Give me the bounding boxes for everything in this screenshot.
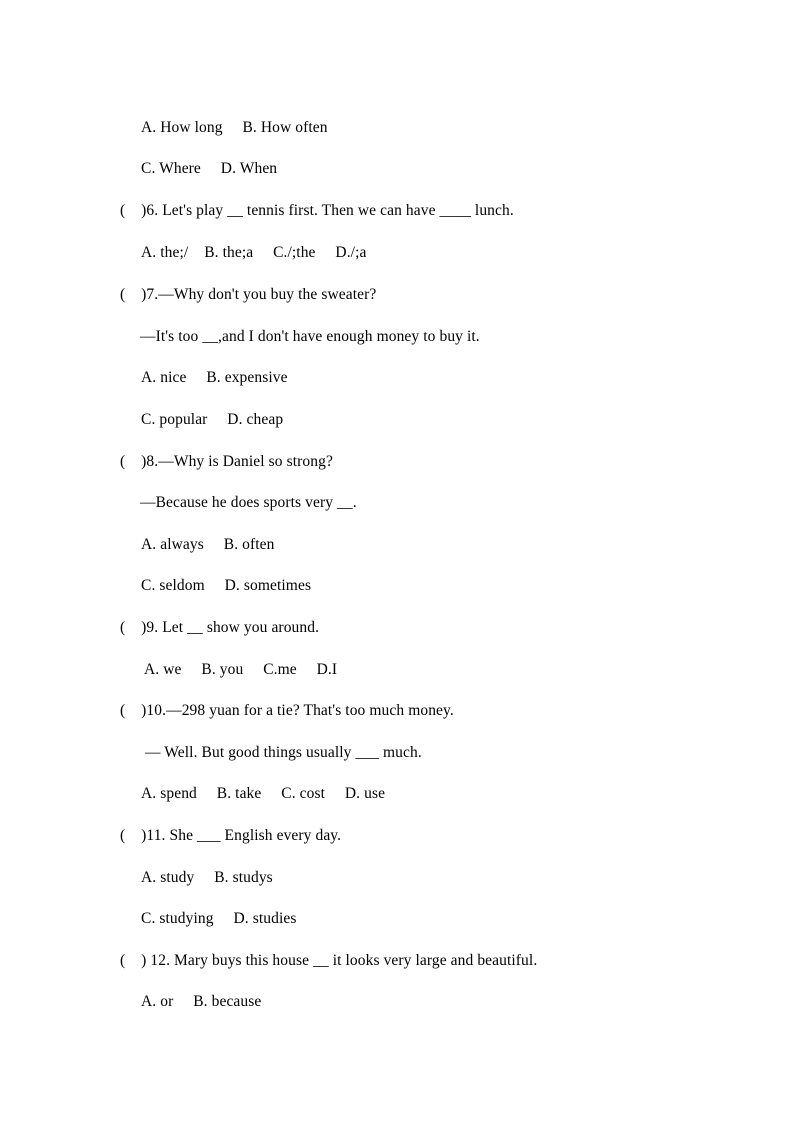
text-line-q10-stem: ( )10.—298 yuan for a tie? That's too mu… [120, 702, 454, 719]
text-line-q10-reply: — Well. But good things usually ___ much… [145, 744, 422, 761]
text-line-q8-opts-cd: C. seldom D. sometimes [141, 577, 312, 594]
text-line-q7-opts-ab: A. nice B. expensive [141, 369, 288, 386]
text-line-q7-reply: —It's too __,and I don't have enough mon… [140, 328, 480, 345]
text-line-q8-opts-ab: A. always B. often [141, 536, 275, 553]
text-line-q6-stem: ( )6. Let's play __ tennis first. Then w… [120, 202, 514, 219]
text-line-q5-opts-ab: A. How long B. How often [141, 119, 328, 136]
text-line-q8-stem: ( )8.—Why is Daniel so strong? [120, 453, 333, 470]
text-line-q11-opts-cd: C. studying D. studies [141, 910, 297, 927]
text-line-q9-stem: ( )9. Let __ show you around. [120, 619, 320, 636]
text-line-q5-opts-cd: C. Where D. When [141, 160, 278, 177]
text-line-q11-stem: ( )11. She ___ English every day. [120, 827, 342, 844]
text-line-q7-stem: ( )7.—Why don't you buy the sweater? [120, 286, 377, 303]
document-page: A. How long B. How often C. Where D. When… [0, 0, 794, 1123]
text-line-q8-reply: —Because he does sports very __. [140, 494, 357, 511]
text-line-q12-stem: ( ) 12. Mary buys this house __ it looks… [120, 952, 538, 969]
text-line-q7-opts-cd: C. popular D. cheap [141, 411, 284, 428]
text-line-q11-opts-ab: A. study B. studys [141, 869, 273, 886]
text-line-q12-opts-ab: A. or B. because [141, 993, 262, 1010]
text-line-q6-opts: A. the;/ B. the;a C./;the D./;a [141, 244, 367, 261]
text-line-q9-opts: A. we B. you C.me D.I [144, 661, 338, 678]
text-line-q10-opts: A. spend B. take C. cost D. use [141, 785, 386, 802]
